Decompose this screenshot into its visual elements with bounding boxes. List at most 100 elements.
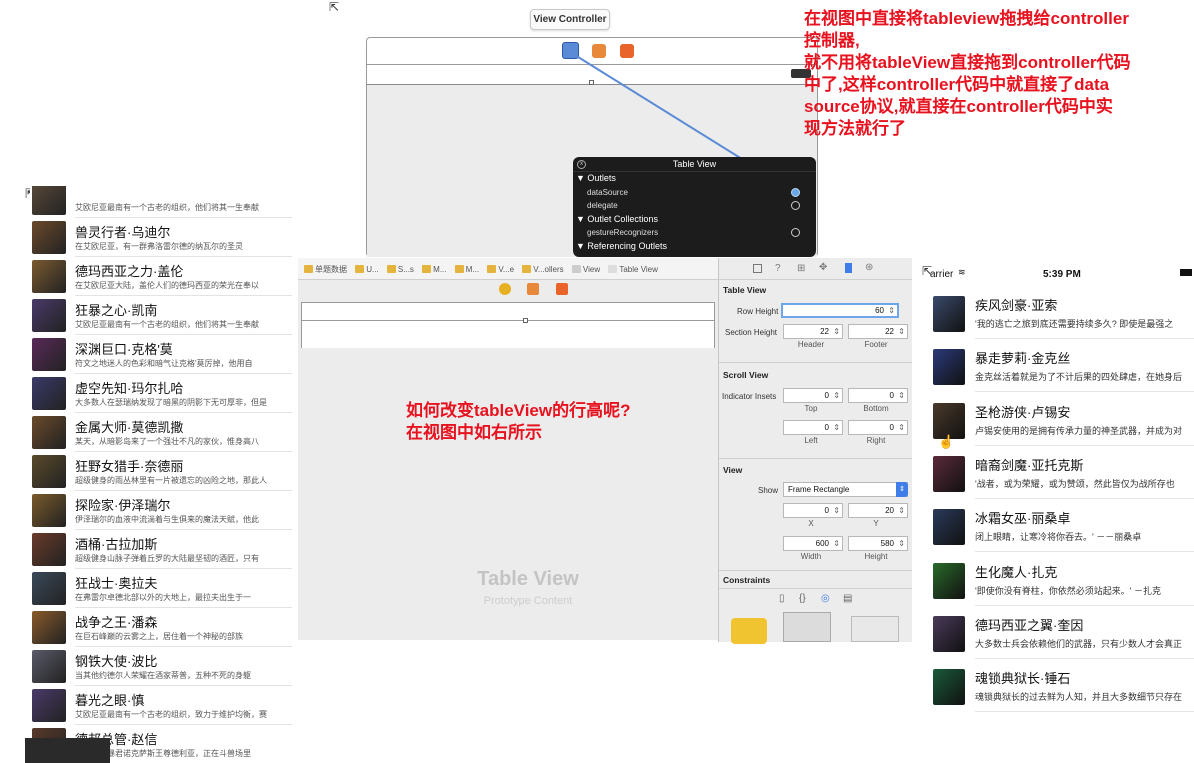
list-item[interactable]: 酒桶·古拉加斯 超级健身山脉子弹着丘罗的大陆最坚韧的酒匠，只有: [30, 530, 292, 569]
jump-bar-item[interactable]: 单题数据: [315, 265, 347, 274]
inset-left-field[interactable]: 0: [783, 420, 843, 435]
connections-hud[interactable]: x Table View ▼ Outlets dataSource delega…: [573, 157, 816, 257]
hud-outlets-section: ▼ Outlets: [576, 173, 616, 183]
jump-bar-item[interactable]: M...: [433, 265, 446, 274]
show-select[interactable]: Frame Rectangle ⇕: [783, 482, 908, 497]
list-item[interactable]: 探险家·伊泽瑞尔 伊泽瑞尔的血液中流淌着与生俱来的魔法天赋，他此: [30, 491, 292, 530]
jump-bar-item[interactable]: View: [583, 265, 600, 274]
list-item[interactable]: 暮光之眼·慎 艾欧尼亚最南有一个古老的组织，致力于维护均衡，赛: [30, 686, 292, 725]
status-bar: ⇱ arrier ≋ 5:39 PM: [922, 262, 1194, 286]
hero-description: 伊泽瑞尔的血液中流淌着与生俱来的魔法天赋，他此: [75, 515, 259, 524]
navigation-controller-library-icon[interactable]: [851, 616, 899, 642]
identity-inspector-icon[interactable]: ⊞: [797, 263, 805, 274]
x-label: X: [808, 519, 814, 528]
header-height-field[interactable]: 22: [783, 324, 843, 339]
inset-bottom-field[interactable]: 0: [848, 388, 908, 403]
divider: [719, 588, 912, 589]
media-library-icon[interactable]: ▤: [843, 593, 852, 604]
hero-name: 狂战士·奥拉夫: [75, 576, 158, 591]
connections-inspector-icon[interactable]: ⊛: [865, 262, 873, 273]
jump-bar[interactable]: 单题数据 U... S...s M... M... V...e V...olle…: [298, 258, 718, 280]
list-item[interactable]: 冰霜女巫·丽桑卓 闭上眼睛，让寒冷将你吞去。' －－丽桑卓: [924, 499, 1194, 553]
height-label: Height: [864, 552, 888, 561]
list-item[interactable]: 深渊巨口·克格'莫 符文之地迷人的色彩和暗气让克格'莫厉掉，他用自: [30, 335, 292, 374]
jump-bar-item[interactable]: S...s: [398, 265, 414, 274]
hero-name: 钢铁大使·波比: [75, 654, 158, 669]
hud-gesture-outlet[interactable]: gestureRecognizers: [573, 226, 816, 240]
exit-dock-icon[interactable]: [556, 283, 568, 295]
list-item[interactable]: 狂野女猎手·奈德丽 超级健身的雨丛林里有一片被遗忘的凶险之地，那此人: [30, 452, 292, 491]
list-item[interactable]: 疾风剑豪·亚索 '我的逃亡之旅到底还需要持续多久? 即使是最强之: [924, 286, 1194, 339]
hero-list-left[interactable]: 艾欧尼亚最南有一个古老的组织，他们将其一生奉献 兽灵行者·乌迪尔 在艾欧尼亚，有一群…: [30, 186, 292, 763]
hero-description: 大多数人在瑟瑞纳发现了暗黑的阴影下无可厚非，但是: [75, 398, 267, 407]
row-height-field[interactable]: 60: [781, 303, 899, 318]
footer-height-field[interactable]: 22: [848, 324, 908, 339]
quick-help-icon[interactable]: ?: [775, 263, 781, 274]
hero-name: 兽灵行者·乌迪尔: [75, 225, 171, 240]
hero-description: 超级健身山脉子弹着丘罗的大陆最坚韧的酒匠，只有: [75, 554, 259, 563]
hero-avatar: [32, 299, 66, 332]
attributes-inspector[interactable]: ? ⊞ ✥ ⊛ Table View Row Height 60 Section…: [718, 258, 912, 644]
list-item[interactable]: 艾欧尼亚最南有一个古老的组织，他们将其一生奉献: [30, 186, 292, 218]
list-item[interactable]: 狂战士·奥拉夫 在弗雷尔卓德北部以外的大地上，最拉夫出生于一: [30, 569, 292, 608]
list-item[interactable]: 金属大师·莫德凯撒 某天，从暗影岛来了一个强壮不凡的家伙，惟身高八: [30, 413, 292, 452]
view-controller-library-icon[interactable]: [731, 618, 767, 644]
inset-top-field[interactable]: 0: [783, 388, 843, 403]
list-item[interactable]: 狂暴之心·凯南 艾欧尼亚最南有一个古老的组织，他们将其一生奉献: [30, 296, 292, 335]
attributes-inspector-icon[interactable]: ✥: [819, 262, 827, 273]
list-item[interactable]: 钢铁大使·波比 当其他约德尔人荣耀在酒家蒂普，五种不死的身躯: [30, 647, 292, 686]
jump-bar-item[interactable]: V...e: [498, 265, 514, 274]
table-view-controller-library-icon[interactable]: [783, 612, 831, 642]
placeholder-subtitle: Prototype Content: [483, 595, 573, 607]
list-item[interactable]: 圣枪游侠·卢锡安 卢锡安使用的是拥有传承力量的神圣武器，并成为对: [924, 393, 1194, 446]
storyboard-icon: [454, 265, 464, 273]
list-item[interactable]: 德玛西亚之翼·奎因 大多数士兵会依赖他们的武器，只有少数人才会真正: [924, 606, 1194, 659]
list-item[interactable]: 虚空先知·玛尔扎哈 大多数人在瑟瑞纳发现了暗黑的阴影下无可厚非，但是: [30, 374, 292, 413]
object-library-icon[interactable]: ◎: [821, 593, 830, 604]
hero-avatar: [32, 650, 66, 683]
hud-datasource-outlet[interactable]: dataSource: [573, 186, 816, 200]
frame-x-field[interactable]: 0: [783, 503, 843, 518]
list-item[interactable]: 暴走萝莉·金克丝 金克丝活着就是为了不计后果的四处肆虐，在她身后: [924, 339, 1194, 393]
hero-name: 德玛西亚之力·盖伦: [75, 264, 184, 279]
annotation-line: 中了,这样controller代码中就直接了data: [804, 75, 1110, 94]
jump-bar-item[interactable]: U...: [366, 265, 378, 274]
jump-bar-item[interactable]: M...: [466, 265, 479, 274]
annotation-line: 就不用将tableView直接拖到controller代码: [804, 53, 1131, 72]
datasource-connection-circle[interactable]: [791, 187, 800, 197]
frame-width-field[interactable]: 600: [783, 536, 843, 551]
size-inspector-icon[interactable]: [845, 263, 852, 273]
jump-bar-item[interactable]: Table View: [619, 265, 658, 274]
hud-delegate-outlet[interactable]: delegate: [573, 199, 816, 213]
storyboard-canvas[interactable]: Table View Prototype Content: [298, 280, 718, 640]
hud-close-icon[interactable]: x: [577, 160, 586, 169]
first-responder-dock-icon[interactable]: [527, 283, 539, 295]
resize-handle[interactable]: [523, 318, 528, 323]
list-item[interactable]: 生化魔人·扎克 '即使你没有脊柱，你依然必须站起来。' －扎克: [924, 553, 1194, 606]
view-controller-dock-icon[interactable]: [499, 283, 511, 295]
hero-avatar: [32, 260, 66, 293]
delegate-connection-circle[interactable]: [791, 201, 800, 210]
hero-name: 冰霜女巫·丽桑卓: [975, 511, 1071, 527]
file-template-icon[interactable]: ▯: [779, 593, 785, 604]
view-controller-scene-label[interactable]: View Controller: [530, 9, 610, 30]
list-item[interactable]: 战争之王·潘森 在巨石峰巅的云雾之上，居住着一个神秘的部族: [30, 608, 292, 647]
frame-y-field[interactable]: 20: [848, 503, 908, 518]
inset-right-field[interactable]: 0: [848, 420, 908, 435]
frame-height-field[interactable]: 580: [848, 536, 908, 551]
list-item[interactable]: 德玛西亚之力·盖伦 在艾欧尼亚大陆，盖伦人们的德玛西亚的荣光在奉以: [30, 257, 292, 296]
bottom-label: Bottom: [863, 404, 889, 413]
code-snippet-icon[interactable]: {}: [799, 593, 806, 604]
file-inspector-icon[interactable]: [753, 264, 762, 273]
scene-header[interactable]: [301, 302, 715, 348]
jump-bar-item[interactable]: V...ollers: [533, 265, 563, 274]
hero-name: 深渊巨口·克格'莫: [75, 342, 173, 357]
gesture-connection-circle[interactable]: [791, 228, 800, 237]
hero-name: 魂锁典狱长·锤石: [975, 671, 1071, 687]
hero-avatar: [933, 669, 965, 706]
top-label: Top: [804, 404, 818, 413]
list-item[interactable]: 魂锁典狱长·锤石 魂锁典狱长的过去鲜为人知，并且大多数细节只存在: [924, 659, 1194, 713]
hero-description: 某天，从暗影岛来了一个强壮不凡的家伙，惟身高八: [75, 437, 259, 446]
list-item[interactable]: 暗裔剑魔·亚托克斯 '战者，或为荣耀，或为赞颂，然此皆仅为战所存也: [924, 446, 1194, 499]
list-item[interactable]: 兽灵行者·乌迪尔 在艾欧尼亚，有一群弗洛雷尔德的纳瓦尔的圣灵: [30, 218, 292, 257]
